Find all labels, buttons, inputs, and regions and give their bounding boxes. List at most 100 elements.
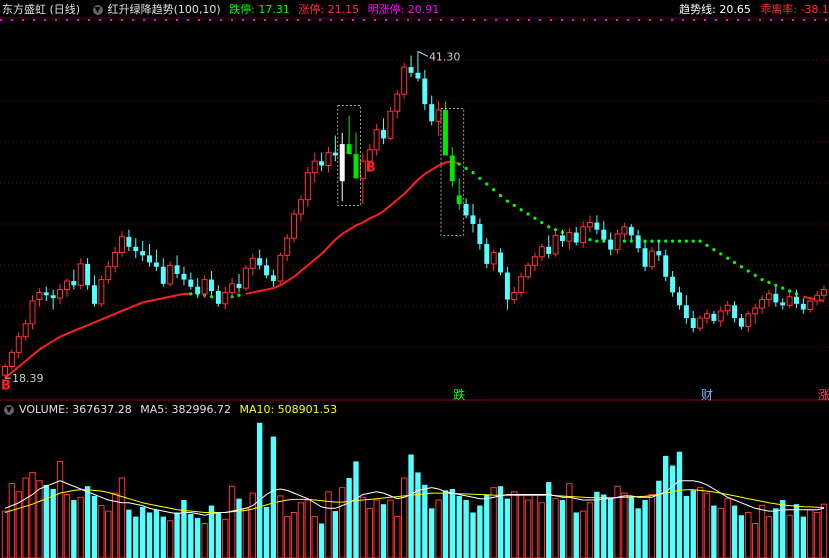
candle-body — [759, 299, 766, 309]
limit-dot — [682, 19, 684, 21]
trend-line-segment — [314, 253, 323, 261]
candle — [387, 107, 394, 140]
volume-bar — [118, 477, 126, 558]
candle — [538, 243, 545, 262]
volume-bar — [601, 494, 607, 558]
volume-bar — [470, 512, 476, 558]
volume-bar — [188, 513, 194, 558]
candle — [628, 223, 634, 240]
candle — [353, 132, 359, 179]
limit-dot — [671, 19, 673, 21]
volume-bar — [711, 505, 717, 558]
volume-bar — [724, 498, 731, 558]
candle-body — [126, 236, 132, 247]
candle-body — [105, 266, 112, 281]
candle — [222, 286, 229, 310]
limit-dot — [539, 19, 541, 21]
candle-body — [277, 254, 284, 282]
volume-bar — [394, 516, 401, 558]
chart-canvas[interactable]: 41.3018.39BB跌财涨 — [0, 0, 829, 558]
volume-value: VOLUME: 367637.28 — [19, 403, 132, 416]
trend-line-dot — [492, 188, 496, 192]
candle-body — [518, 276, 525, 293]
candle-body — [504, 272, 510, 300]
candle-body — [50, 295, 56, 299]
candle-body — [91, 285, 97, 304]
chevron-down-icon[interactable]: ▼ — [92, 5, 103, 15]
volume-bar — [63, 494, 71, 558]
candle-body — [635, 235, 641, 249]
volume-bar — [559, 500, 566, 558]
stock-name[interactable]: 东方盛虹 (日线) — [2, 3, 80, 16]
candle — [311, 152, 318, 183]
volume-bar — [524, 499, 532, 558]
candle-body — [724, 304, 731, 312]
candle — [531, 252, 538, 272]
candle-body — [408, 67, 414, 73]
limit-dot — [253, 19, 255, 21]
candle — [614, 229, 621, 254]
candle — [711, 310, 717, 324]
limit-dot — [187, 19, 189, 21]
candle — [381, 118, 387, 145]
candle-body — [594, 222, 600, 230]
trend-line-dot — [698, 239, 702, 243]
candle — [408, 55, 414, 78]
candle-body — [346, 144, 352, 155]
candle — [546, 235, 552, 259]
candle — [793, 289, 799, 309]
candle-body — [670, 276, 676, 293]
volume-bar — [283, 516, 291, 558]
volume-bar — [98, 505, 105, 558]
candle — [339, 132, 345, 202]
candle — [511, 286, 518, 304]
candle — [786, 292, 793, 309]
volume-bar — [780, 500, 786, 558]
trend-line-segment — [403, 186, 412, 195]
trend-line-segment — [169, 294, 178, 298]
volume-bar — [765, 516, 773, 558]
volume-bar — [50, 489, 56, 558]
candle-body — [800, 303, 806, 310]
buy-signal-label: B — [1, 379, 11, 394]
candle — [147, 243, 153, 267]
trend-line-dot — [237, 293, 241, 297]
limit-dot — [616, 19, 618, 21]
limit-dot — [198, 19, 200, 21]
candle-body — [477, 223, 483, 244]
trend-line-segment — [307, 258, 316, 267]
limit-dot — [286, 19, 288, 21]
candle — [50, 289, 56, 310]
volume-bar — [717, 507, 724, 558]
candle-body — [415, 72, 421, 79]
candle — [594, 215, 600, 234]
candle-body — [167, 264, 174, 285]
candle-body — [752, 307, 759, 315]
volume-bar — [332, 511, 339, 558]
candle — [188, 272, 194, 290]
volume-bar — [400, 477, 408, 558]
candle — [195, 278, 201, 299]
trend-line-dot — [670, 239, 675, 243]
trend-line-segment — [320, 246, 330, 255]
indicator-name[interactable]: 红升绿降趋势(100,10) — [108, 3, 221, 16]
volume-bar — [786, 514, 793, 558]
candle-body — [628, 226, 634, 236]
volume-bar — [215, 512, 222, 558]
volume-bar — [628, 497, 634, 558]
limit-dot — [726, 19, 728, 21]
candle-body — [552, 234, 559, 255]
candle — [36, 288, 43, 307]
ma10-value: MA10: 508901.53 — [239, 403, 338, 416]
trend-line-segment — [18, 360, 27, 368]
candle — [552, 231, 559, 257]
next-rise-stop-value: 明涨停: 20.91 — [367, 3, 440, 16]
trend-line-segment — [80, 324, 88, 330]
volume-bar — [263, 506, 270, 558]
candle-body — [442, 109, 448, 156]
trend-line-dot — [739, 265, 744, 269]
volume-bar — [758, 505, 766, 558]
chevron-down-icon[interactable]: ▼ — [4, 405, 14, 415]
candle — [525, 262, 532, 280]
limit-dot — [803, 19, 805, 21]
